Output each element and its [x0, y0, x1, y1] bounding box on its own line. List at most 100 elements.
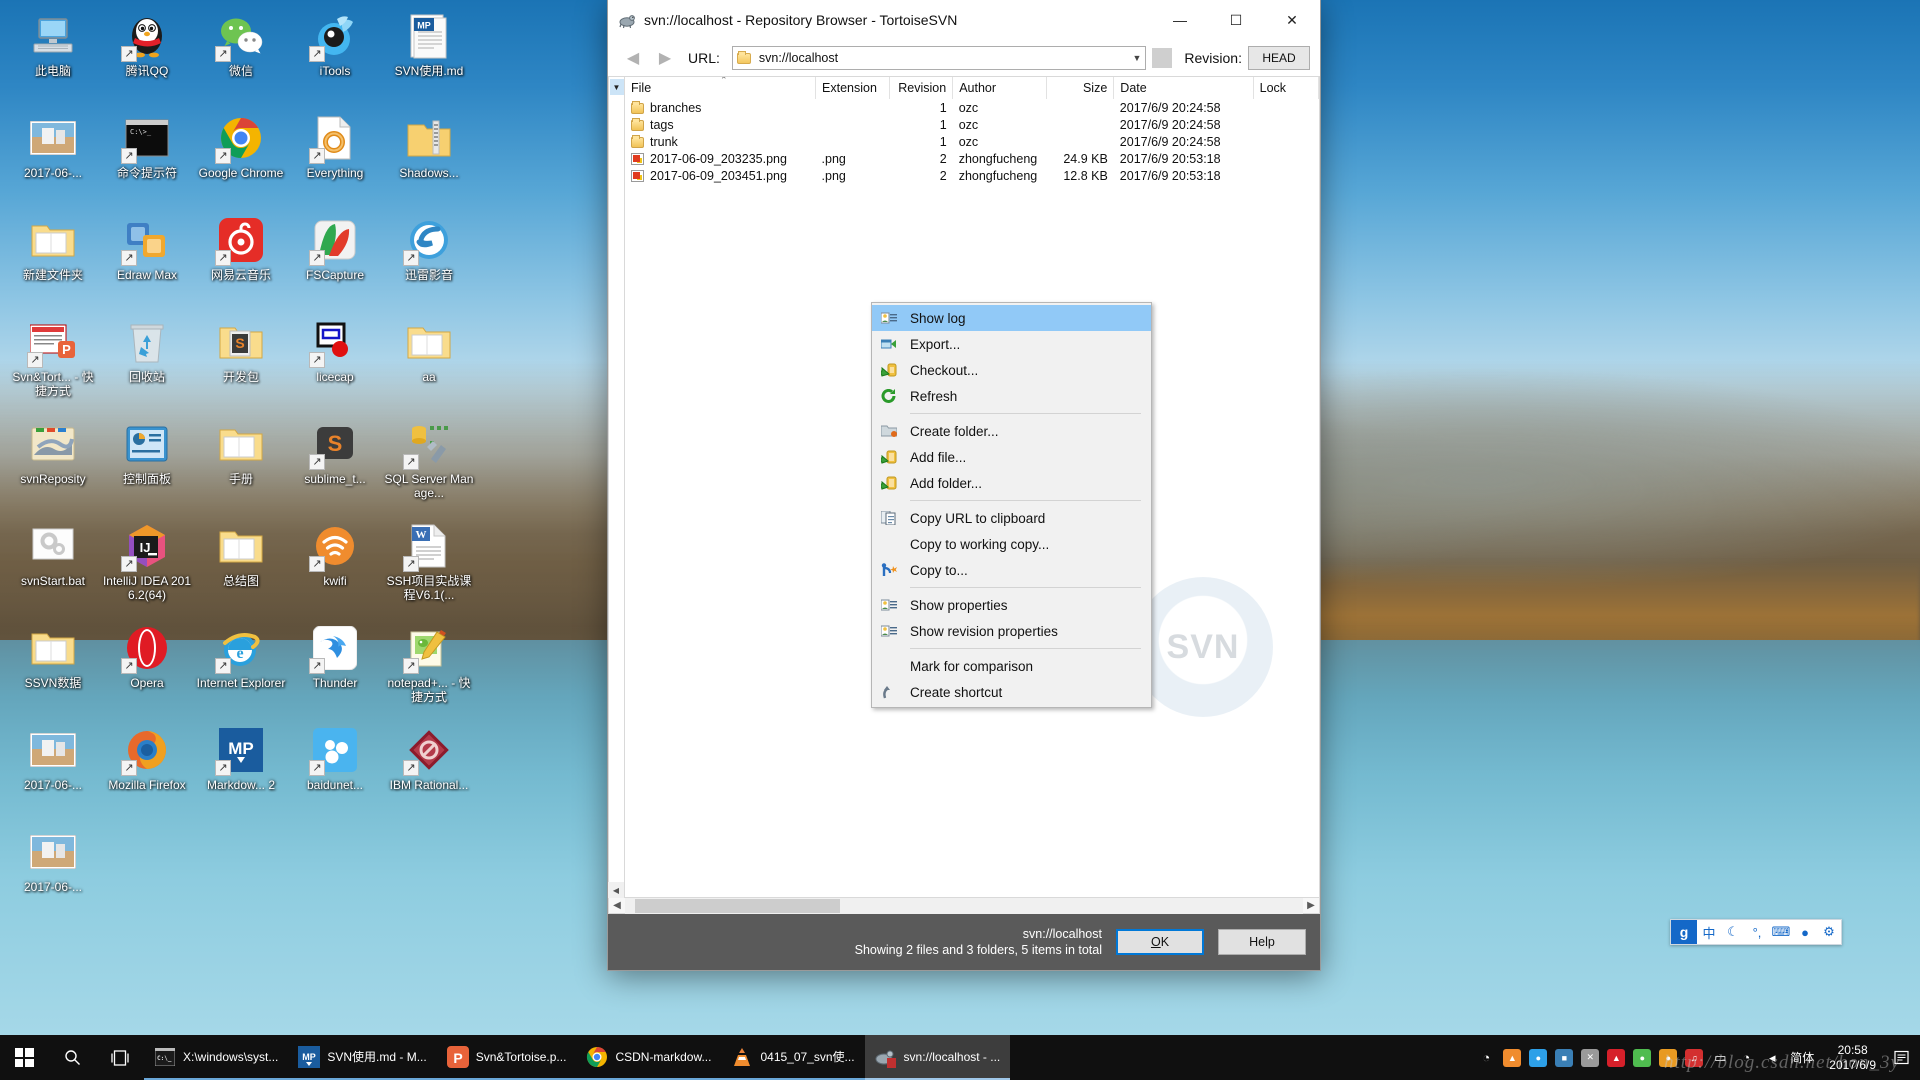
arrow-right-icon[interactable]: ▶ [652, 46, 678, 70]
table-row[interactable]: 2017-06-09_203235.png .png 2 zhongfucheng 24… [625, 150, 1319, 167]
punctuation-icon[interactable]: °, [1745, 920, 1769, 944]
wechat-icon[interactable]: ● [1629, 1035, 1655, 1080]
menu-item-copy-url-to-clipboard[interactable]: Copy URL to clipboard [872, 505, 1151, 531]
desktop-icon-folder[interactable]: 总结图 [194, 516, 288, 618]
menu-item-mark-for-comparison[interactable]: Mark for comparison [872, 653, 1151, 679]
desktop-icon-edraw-max[interactable]: ↗ Edraw Max [100, 210, 194, 312]
desktop-icon-internet-explorer[interactable]: e ↗ Internet Explorer [194, 618, 288, 720]
sogou-ime-logo-icon[interactable]: g [1671, 920, 1697, 944]
search-icon[interactable] [48, 1035, 96, 1080]
ok-button[interactable]: OK [1116, 929, 1204, 955]
desktop-icon-fscapture[interactable]: ↗ FSCapture [288, 210, 382, 312]
netease-music-icon[interactable]: ♫ [1681, 1035, 1707, 1080]
red-triangle-icon[interactable]: ▲ [1603, 1035, 1629, 1080]
gear-icon[interactable]: ⚙ [1817, 920, 1841, 944]
desktop-icon-everything[interactable]: ↗ Everything [288, 108, 382, 210]
taskbar-app-markdownpad[interactable]: MP SVN使用.md - M... [288, 1035, 437, 1080]
maximize-button[interactable]: ☐ [1208, 0, 1264, 40]
wifi-icon[interactable]: ◔ [1473, 1035, 1499, 1080]
desktop-icon-powerpoint-file[interactable]: P ↗ Svn&Tort... - 快捷方式 [6, 312, 100, 414]
desktop-icon-folder[interactable]: 手册 [194, 414, 288, 516]
menu-item-export[interactable]: Export... [872, 331, 1151, 357]
baidu-netdisk-icon[interactable]: ● [1525, 1035, 1551, 1080]
revision-picker-button[interactable] [1152, 48, 1173, 68]
desktop-icon-image-thumbnail[interactable]: 2017-06-... [6, 108, 100, 210]
url-combobox[interactable]: ▼ [731, 46, 1147, 70]
column-header-revision[interactable]: Revision [889, 77, 954, 99]
action-center-icon[interactable] [1886, 1050, 1916, 1065]
vlc-icon[interactable]: ▲ [1499, 1035, 1525, 1080]
menu-item-show-revision-properties[interactable]: Show revision properties [872, 618, 1151, 644]
scrollbar-thumb[interactable] [635, 898, 840, 913]
desktop-icon-chrome[interactable]: ↗ Google Chrome [194, 108, 288, 210]
menu-item-add-file[interactable]: Add file... [872, 444, 1151, 470]
menu-item-copy-to[interactable]: Copy to... [872, 557, 1151, 583]
menu-item-add-folder[interactable]: Add folder... [872, 470, 1151, 496]
desktop-icon-itools[interactable]: ↗ iTools [288, 6, 382, 108]
window-titlebar[interactable]: svn://localhost - Repository Browser - T… [608, 0, 1320, 40]
battery-icon[interactable]: ▭ [1707, 1035, 1733, 1080]
desktop-icon-sublime-text[interactable]: S ↗ sublime_t... [288, 414, 382, 516]
column-header-size[interactable]: Size [1046, 77, 1115, 99]
taskbar-app-tortoisesvn[interactable]: svn://localhost - ... [864, 1035, 1011, 1080]
taskbar-app-powerpoint[interactable]: P Svn&Tortoise.p... [436, 1035, 577, 1080]
desktop-icon-markdown-file[interactable]: MP SVN使用.md [382, 6, 476, 108]
app-icon-green[interactable]: ■ [1551, 1035, 1577, 1080]
column-header-extension[interactable]: Extension [815, 77, 891, 99]
desktop-icon-bat-file[interactable]: svnStart.bat [6, 516, 100, 618]
menu-item-create-shortcut[interactable]: Create shortcut [872, 679, 1151, 705]
tree-pane-collapsed[interactable]: ▼ ◀ [608, 76, 624, 898]
help-button[interactable]: Help [1218, 929, 1306, 955]
url-toolbar[interactable]: ◀ ▶ URL: ▼ Revision: HEAD [608, 40, 1320, 76]
desktop-icon-ibm-rational[interactable]: ↗ IBM Rational... [382, 720, 476, 822]
close-button[interactable]: ✕ [1264, 0, 1320, 40]
desktop-icon-licecap[interactable]: ↗ licecap [288, 312, 382, 414]
column-header-author[interactable]: Author [952, 77, 1047, 99]
network-icon[interactable]: ◔ [1733, 1035, 1759, 1080]
desktop-icon-wechat[interactable]: ↗ 微信 [194, 6, 288, 108]
windows-taskbar[interactable]: C:\_ X:\windows\syst... MP SVN使用.md - M... P… [0, 1035, 1920, 1080]
desktop-icon-recycle-bin[interactable]: 回收站 [100, 312, 194, 414]
start-button[interactable] [0, 1035, 48, 1080]
menu-item-show-log[interactable]: Show log [872, 305, 1151, 331]
desktop-icon-netease-music[interactable]: ↗ 网易云音乐 [194, 210, 288, 312]
table-row[interactable]: tags 1 ozc 2017/6/9 20:24:58 [625, 116, 1319, 133]
desktop-icon-image-thumbnail[interactable]: 2017-06-... [6, 822, 100, 924]
desktop-icon-xunlei-player[interactable]: ↗ 迅雷影音 [382, 210, 476, 312]
desktop-icon-command-prompt[interactable]: C:\>_ ↗ 命令提示符 [100, 108, 194, 210]
moon-icon[interactable]: ☾ [1721, 920, 1745, 944]
desktop-icon-notepad-plus-plus[interactable]: ↗ notepad+... - 快捷方式 [382, 618, 476, 720]
table-row[interactable]: trunk 1 ozc 2017/6/9 20:24:58 [625, 133, 1319, 150]
minimize-button[interactable]: — [1152, 0, 1208, 40]
desktop-icon-sublime-folder[interactable]: S 开发包 [194, 312, 288, 414]
taskbar-app-command-prompt[interactable]: C:\_ X:\windows\syst... [144, 1035, 289, 1080]
desktop-icon-thunder[interactable]: ↗ Thunder [288, 618, 382, 720]
chinese-mode-icon[interactable]: 中 [1697, 920, 1721, 944]
scroll-left-icon[interactable]: ◀ [609, 900, 625, 911]
desktop-icon-word-document[interactable]: W ↗ SSH项目实战课程V6.1(... [382, 516, 476, 618]
taskbar-clock[interactable]: 20:58 2017/6/9 [1819, 1043, 1886, 1073]
table-row[interactable]: branches 1 ozc 2017/6/9 20:24:58 [625, 99, 1319, 116]
menu-item-show-properties[interactable]: Show properties [872, 592, 1151, 618]
desktop-icon-sql-server[interactable]: ↗ SQL Server Manage... [382, 414, 476, 516]
task-view-icon[interactable] [96, 1035, 144, 1080]
menu-item-copy-to-working-copy[interactable]: Copy to working copy... [872, 531, 1151, 557]
arrow-left-icon[interactable]: ◀ [620, 46, 646, 70]
volume-icon[interactable]: ◂ [1759, 1035, 1785, 1080]
desktop-icon-firefox[interactable]: ↗ Mozilla Firefox [100, 720, 194, 822]
desktop-icon-folder[interactable]: 新建文件夹 [6, 210, 100, 312]
desktop-icon-zip-folder[interactable]: Shadows... [382, 108, 476, 210]
left-scroll-left-icon[interactable]: ◀ [608, 882, 624, 898]
menu-item-refresh[interactable]: Refresh [872, 383, 1151, 409]
revision-head-button[interactable]: HEAD [1248, 46, 1310, 70]
column-header-file[interactable]: File ⌃ [625, 77, 817, 99]
close-red-x-icon[interactable]: ✕ [1577, 1035, 1603, 1080]
scrollbar-track[interactable] [625, 897, 1303, 914]
horizontal-scrollbar[interactable]: ◀ ▶ [608, 897, 1320, 914]
taskbar-app-chrome[interactable]: CSDN-markdow... [576, 1035, 722, 1080]
repository-context-menu[interactable]: Show log Export... Checkout... Refresh Creat… [871, 302, 1152, 708]
url-input[interactable] [758, 51, 1129, 65]
menu-item-create-folder[interactable]: Create folder... [872, 418, 1151, 444]
desktop-icon-intellij-idea[interactable]: IJ ↗ IntelliJ IDEA 2016.2(64) [100, 516, 194, 618]
desktop-icon-control-panel[interactable]: 控制面板 [100, 414, 194, 516]
